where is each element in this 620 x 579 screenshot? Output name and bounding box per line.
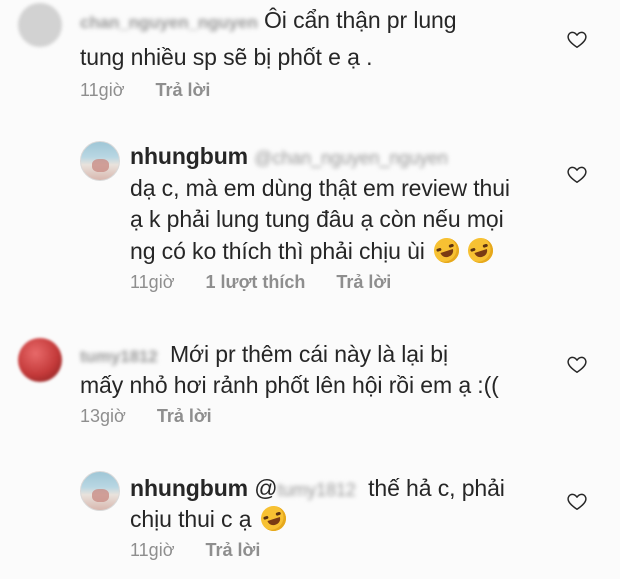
comment-text-line: tung nhiều sp sẽ bị phốt e ạ .: [80, 44, 373, 70]
comment-time: 11giờ: [130, 540, 175, 560]
reply-button[interactable]: Trả lời: [336, 272, 391, 292]
heart-outline-icon[interactable]: [566, 490, 588, 512]
comment-text-line: nhungbum @chan_nguyen_nguyen: [130, 142, 448, 173]
rolling-on-floor-laughing-emoji: [465, 234, 497, 267]
heart-outline-icon[interactable]: [566, 353, 588, 375]
comment-username[interactable]: nhungbum: [130, 143, 248, 169]
comment-text-line: nhungbum @tumy1812 thế hả c, phải: [130, 475, 505, 501]
reply-button[interactable]: Trả lời: [157, 406, 212, 426]
comment-time: 11giờ: [80, 80, 125, 100]
comment-text-line: dạ c, mà em dùng thật em review thui: [130, 175, 510, 201]
comment-meta: 11giờ Trả lời: [80, 80, 236, 101]
comment-username[interactable]: tumy1812: [80, 347, 158, 366]
comment-time: 13giờ: [80, 406, 126, 426]
avatar[interactable]: [18, 338, 62, 382]
comment-time: 11giờ: [130, 272, 175, 292]
comment-meta: 13giờ Trả lời: [80, 406, 238, 427]
comment-username[interactable]: nhungbum: [130, 475, 248, 501]
comment-text-line: chan_nguyen_nguyen Ôi cẩn thận pr lung: [80, 7, 457, 33]
avatar[interactable]: [80, 471, 120, 511]
mention[interactable]: tumy1812: [278, 480, 356, 500]
heart-outline-icon[interactable]: [566, 28, 588, 50]
comment-text-line: ạ k phải lung tung đâu ạ còn nếu mọi: [130, 206, 504, 232]
mention[interactable]: @chan_nguyen_nguyen: [254, 148, 448, 168]
rolling-on-floor-laughing-emoji: [430, 234, 463, 267]
mention-prefix: @: [254, 475, 278, 501]
comment-text-line: ng có ko thích thì phải chịu ùi: [130, 234, 497, 267]
comment-text-line: tumy1812 Mới pr thêm cái này là lại bị: [80, 341, 449, 367]
comment-meta: 11giờ 1 lượt thích Trả lời: [130, 272, 417, 293]
comment-meta: 11giờ Trả lời: [130, 540, 286, 561]
rolling-on-floor-laughing-emoji: [257, 502, 290, 535]
comment-text-line: mấy nhỏ hơi rảnh phốt lên hội rồi em ạ :…: [80, 372, 499, 398]
avatar[interactable]: [18, 3, 62, 47]
reply-button[interactable]: Trả lời: [156, 80, 211, 100]
avatar[interactable]: [80, 141, 120, 181]
heart-outline-icon[interactable]: [566, 163, 588, 185]
comment-username[interactable]: chan_nguyen_nguyen: [80, 13, 258, 32]
reply-button[interactable]: Trả lời: [206, 540, 261, 560]
likes-count[interactable]: 1 lượt thích: [206, 272, 306, 292]
comment-text-line: chịu thui c ạ: [130, 502, 290, 535]
